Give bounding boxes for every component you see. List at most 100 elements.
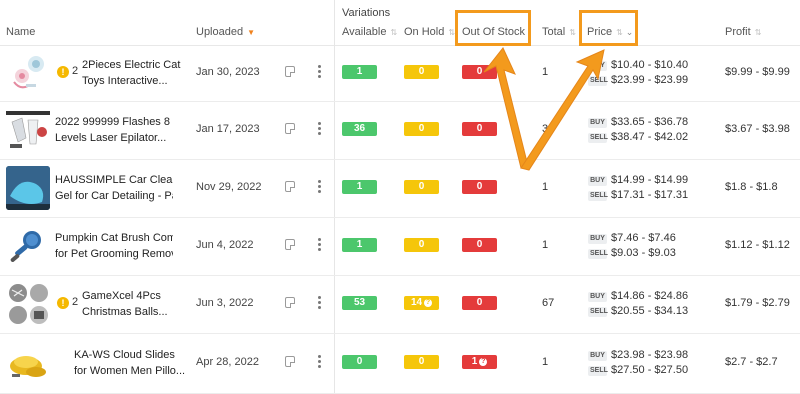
total-count: 36 [542, 123, 555, 135]
warning-icon[interactable]: ! [57, 66, 69, 78]
buy-tag: BUY [588, 61, 607, 71]
product-name[interactable]: Pumpkin Cat Brush Comb for Pet Grooming … [55, 230, 173, 262]
price-range: BUY $14.86 - $24.86 SELL $20.55 - $34.13 [588, 289, 688, 319]
sell-price: $38.47 - $42.02 [611, 131, 689, 143]
out-of-stock-highlight-box [455, 10, 531, 46]
sort-icon[interactable]: ⇅ [448, 28, 455, 37]
available-badge: 0 [342, 355, 377, 369]
on-hold-badge: 0 [404, 122, 439, 136]
column-header-available[interactable]: Available ⇅ [342, 26, 397, 38]
out-of-stock-badge: 0 [462, 122, 497, 136]
product-thumbnail[interactable] [6, 224, 50, 268]
total-count: 1 [542, 181, 549, 193]
total-count: 1 [542, 66, 549, 78]
product-name-line: 2022 999999 Flashes 8 [55, 116, 170, 128]
table-row[interactable]: 2022 999999 Flashes 8 Levels Laser Epila… [0, 102, 800, 160]
more-options-icon[interactable] [318, 238, 322, 253]
product-name-line: Levels Laser Epilator... [55, 132, 167, 144]
more-options-icon[interactable] [318, 296, 322, 311]
column-header-on-hold[interactable]: On Hold ⇅ [404, 26, 455, 38]
sell-price: $9.03 - $9.03 [611, 247, 676, 259]
price-range: BUY $14.99 - $14.99 SELL $17.31 - $17.31 [588, 173, 688, 203]
sort-icon[interactable]: ⇅ [755, 28, 762, 37]
column-header-total[interactable]: Total ⇅ [542, 26, 576, 38]
profit-range: $9.99 - $9.99 [725, 66, 790, 78]
sort-icon[interactable]: ⇅ [390, 28, 397, 37]
warning-count: 2 [72, 296, 79, 308]
out-of-stock-badge: 0 [462, 296, 497, 310]
table-header [0, 0, 800, 46]
product-name[interactable]: GameXcel 4Pcs Christmas Balls... [82, 288, 200, 320]
product-thumbnail[interactable] [6, 166, 50, 210]
help-icon[interactable]: ? [479, 358, 488, 366]
total-count: 1 [542, 356, 549, 368]
product-thumbnail[interactable] [6, 108, 50, 152]
note-icon[interactable] [285, 239, 295, 250]
column-header-total-label: Total [542, 26, 566, 38]
more-options-icon[interactable] [318, 122, 322, 137]
price-range: BUY $10.40 - $10.40 SELL $23.99 - $23.99 [588, 58, 688, 88]
column-header-profit[interactable]: Profit ⇅ [725, 26, 762, 38]
note-icon[interactable] [285, 123, 295, 134]
uploaded-date: Jun 4, 2022 [196, 239, 254, 251]
on-hold-badge[interactable]: 14? [404, 296, 439, 310]
product-thumbnail[interactable] [6, 282, 50, 326]
buy-tag: BUY [588, 292, 607, 302]
note-icon[interactable] [285, 66, 295, 77]
help-icon[interactable]: ? [424, 299, 433, 307]
on-hold-badge: 0 [404, 65, 439, 79]
column-header-uploaded[interactable]: Uploaded ▼ [196, 26, 255, 38]
total-count: 67 [542, 297, 555, 309]
product-name[interactable]: 2022 999999 Flashes 8 Levels Laser Epila… [55, 114, 173, 146]
buy-price: $7.46 - $7.46 [611, 232, 676, 244]
sell-price: $20.55 - $34.13 [611, 305, 689, 317]
table-row[interactable]: ! 2 GameXcel 4Pcs Christmas Balls... Jun… [0, 276, 800, 334]
buy-tag: BUY [588, 351, 607, 361]
price-highlight-box [579, 10, 638, 46]
note-icon[interactable] [285, 297, 295, 308]
product-thumbnail[interactable] [6, 340, 50, 384]
table-row[interactable]: ! 2 2Pieces Electric Cat Toys Interactiv… [0, 46, 800, 102]
sell-tag: SELL [588, 76, 608, 86]
profit-range: $1.8 - $1.8 [725, 181, 778, 193]
product-name-line: GameXcel 4Pcs [82, 290, 161, 302]
sort-icon[interactable]: ⇅ [569, 28, 576, 37]
out-of-stock-badge: 0 [462, 65, 497, 79]
available-badge: 36 [342, 122, 377, 136]
sell-price: $27.50 - $27.50 [611, 364, 689, 376]
more-options-icon[interactable] [318, 180, 322, 195]
out-of-stock-badge[interactable]: 1? [462, 355, 497, 369]
uploaded-date: Jan 17, 2023 [196, 123, 260, 135]
table-row[interactable]: Pumpkin Cat Brush Comb for Pet Grooming … [0, 218, 800, 276]
product-name[interactable]: KA-WS Cloud Slides for Women Men Pillo..… [74, 347, 192, 379]
note-icon[interactable] [285, 181, 295, 192]
uploaded-date: Jun 3, 2022 [196, 297, 254, 309]
note-icon[interactable] [285, 356, 295, 367]
sort-desc-icon[interactable]: ▼ [247, 28, 255, 37]
column-group-variations: Variations [342, 7, 391, 19]
product-thumbnail[interactable] [6, 52, 50, 96]
product-name[interactable]: 2Pieces Electric Cat Toys Interactive... [82, 57, 200, 89]
more-options-icon[interactable] [318, 65, 322, 80]
warning-icon[interactable]: ! [57, 297, 69, 309]
product-name-line: Christmas Balls... [82, 306, 168, 318]
product-name-line: for Women Men Pillo... [74, 365, 186, 377]
table-row[interactable]: KA-WS Cloud Slides for Women Men Pillo..… [0, 334, 800, 394]
out-of-stock-count: 1 [471, 356, 478, 367]
product-name[interactable]: HAUSSIMPLE Car Cleaning Gel for Car Deta… [55, 172, 173, 204]
profit-range: $1.79 - $2.79 [725, 297, 790, 309]
table-row[interactable]: HAUSSIMPLE Car Cleaning Gel for Car Deta… [0, 160, 800, 218]
product-name-line: for Pet Grooming Remove... [55, 248, 173, 260]
sell-tag: SELL [588, 307, 608, 317]
more-options-icon[interactable] [318, 355, 322, 370]
available-badge: 53 [342, 296, 377, 310]
product-name-line: Gel for Car Detailing - Pac... [55, 190, 173, 202]
uploaded-date: Jan 30, 2023 [196, 66, 260, 78]
column-header-name[interactable]: Name [6, 26, 35, 38]
profit-range: $2.7 - $2.7 [725, 356, 778, 368]
buy-price: $23.98 - $23.98 [611, 349, 689, 361]
buy-price: $14.99 - $14.99 [611, 174, 689, 186]
on-hold-badge: 0 [404, 238, 439, 252]
uploaded-date: Nov 29, 2022 [196, 181, 262, 193]
total-count: 1 [542, 239, 549, 251]
